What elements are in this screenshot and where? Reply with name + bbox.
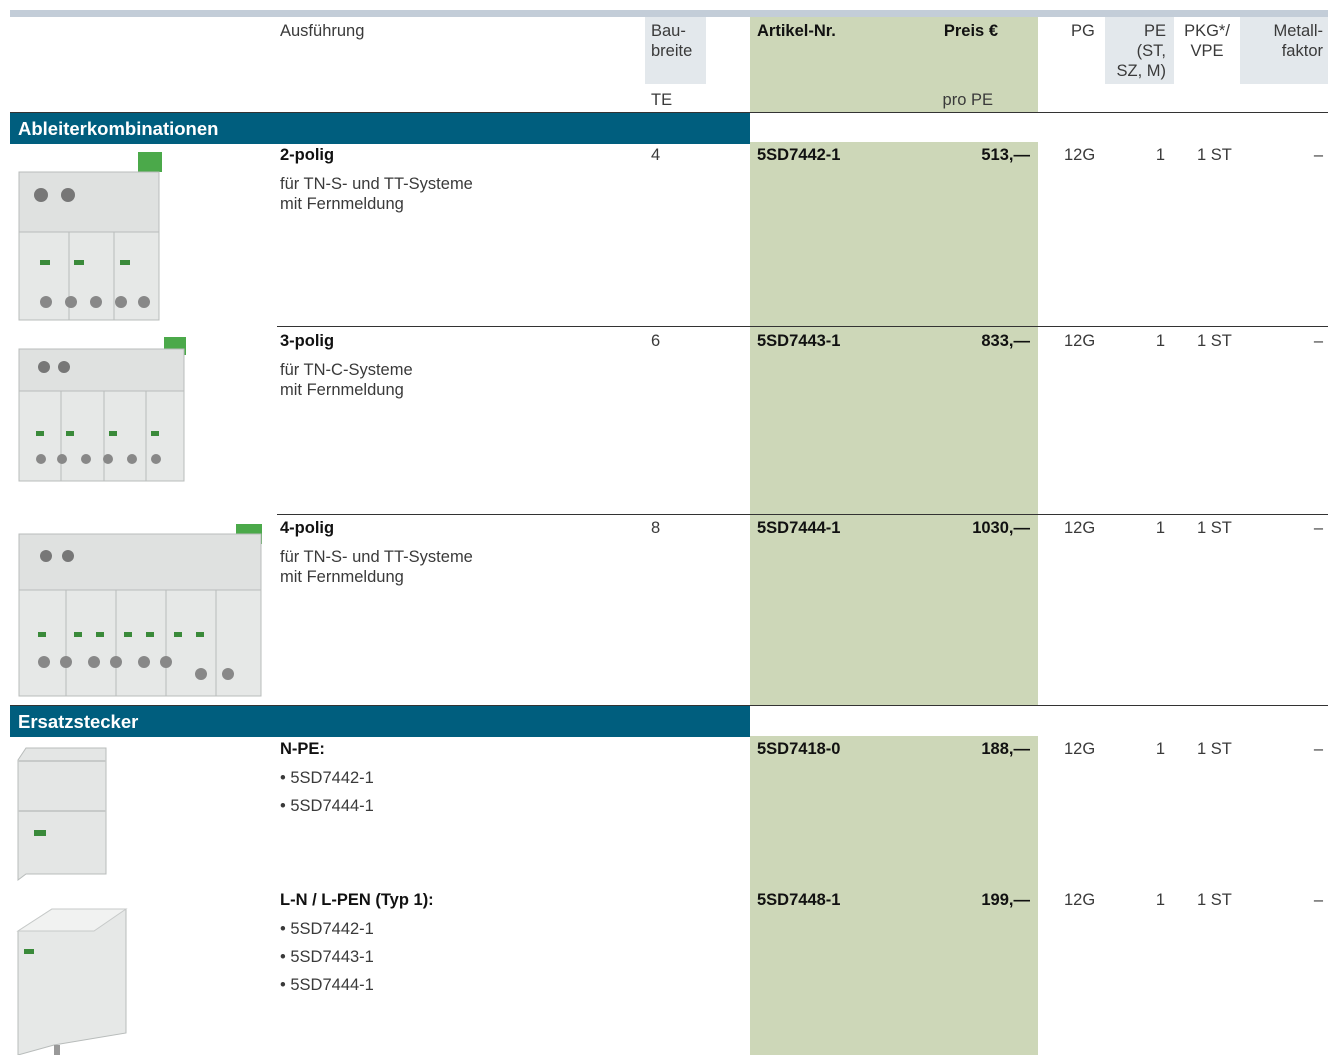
header-metall: Metall- faktor <box>1273 22 1323 60</box>
row-artikel-4-polig: 5SD7444-1 <box>757 519 841 537</box>
row-pkg-l-n: 1 ST <box>1197 891 1232 909</box>
row-desc2-4-polig: mit Fernmeldung <box>280 568 404 586</box>
row-metall-3-polig: – <box>1313 332 1323 350</box>
header-pg: PG <box>1071 22 1095 40</box>
row-metall-4-polig: – <box>1313 519 1323 537</box>
row-name-2-polig: 2-polig <box>280 146 335 164</box>
bullet-text: 5SD7442-1 <box>290 920 374 938</box>
row-name-n-pe: N-PE: <box>280 740 325 758</box>
row-metall-n-pe: – <box>1313 740 1323 758</box>
row-pkg-n-pe: 1 ST <box>1197 740 1232 758</box>
row-preis-2-polig: 513,— <box>981 146 1030 164</box>
row-artikel-3-polig: 5SD7443-1 <box>757 332 841 350</box>
row-te-4-polig: 8 <box>651 519 661 537</box>
row-artikel-l-n: 5SD7448-1 <box>757 891 841 909</box>
row-desc1-3-polig: für TN-C-Systeme <box>280 361 413 379</box>
row-preis-3-polig: 833,— <box>981 332 1030 350</box>
top-rule <box>10 10 1328 17</box>
row-name-l-n: L-N / L-PEN (Typ 1): <box>280 891 434 909</box>
row-pe-2-polig: 1 <box>1155 146 1165 164</box>
header-te: TE <box>651 91 673 109</box>
row-name-4-polig: 4-polig <box>280 519 335 537</box>
bullet-item: • 5SD7444-1 <box>280 976 374 994</box>
row-te-2-polig: 4 <box>651 146 661 164</box>
header-artikel: Artikel-Nr. <box>757 22 836 40</box>
row-preis-4-polig: 1030,— <box>972 519 1030 537</box>
row-pe-4-polig: 1 <box>1155 519 1165 537</box>
header-pkg: PKG*/ VPE <box>1184 22 1230 60</box>
header-preis: Preis € <box>943 22 998 40</box>
row-artikel-n-pe: 5SD7418-0 <box>757 740 841 758</box>
row-pg-n-pe: 12G <box>1064 740 1096 758</box>
row-preis-n-pe: 188,— <box>981 740 1030 758</box>
header-ausfuehrung: Ausführung <box>280 22 365 40</box>
bullet-item: • 5SD7442-1 <box>280 769 374 787</box>
section-title-ableiter: Ableiterkombinationen <box>10 113 750 144</box>
row-pkg-4-polig: 1 ST <box>1197 519 1232 537</box>
row-metall-2-polig: – <box>1313 146 1323 164</box>
product-image-3-polig <box>18 337 186 482</box>
row-name-3-polig: 3-polig <box>280 332 335 350</box>
row-separator <box>277 514 1328 515</box>
bullet-text: 5SD7442-1 <box>290 769 374 787</box>
bullet-item: • 5SD7444-1 <box>280 797 374 815</box>
bullet-text: 5SD7444-1 <box>290 797 374 815</box>
header-baubreite: Bau- breite <box>651 22 693 60</box>
row-metall-l-n: – <box>1313 891 1323 909</box>
section-title-ersatzstecker: Ersatzstecker <box>10 706 750 737</box>
row-desc2-2-polig: mit Fernmeldung <box>280 195 404 213</box>
row-te-3-polig: 6 <box>651 332 661 350</box>
header-pe: PE (ST, SZ, M) <box>1116 22 1167 80</box>
row-pe-n-pe: 1 <box>1155 740 1165 758</box>
row-artikel-2-polig: 5SD7442-1 <box>757 146 841 164</box>
bullet-item: • 5SD7443-1 <box>280 948 374 966</box>
row-pg-3-polig: 12G <box>1064 332 1096 350</box>
header-pro-pe: pro PE <box>942 91 993 109</box>
row-pg-4-polig: 12G <box>1064 519 1096 537</box>
product-image-2-polig <box>18 152 162 321</box>
product-image-l-n <box>16 908 128 1055</box>
row-separator <box>277 326 1328 327</box>
row-pe-l-n: 1 <box>1155 891 1165 909</box>
row-desc1-2-polig: für TN-S- und TT-Systeme <box>280 175 473 193</box>
row-pe-3-polig: 1 <box>1155 332 1165 350</box>
bullet-text: 5SD7444-1 <box>290 976 374 994</box>
row-pkg-2-polig: 1 ST <box>1197 146 1232 164</box>
row-preis-l-n: 199,— <box>981 891 1030 909</box>
row-desc2-3-polig: mit Fernmeldung <box>280 381 404 399</box>
row-pkg-3-polig: 1 ST <box>1197 332 1232 350</box>
product-image-n-pe <box>17 747 107 881</box>
artikel-shade-1 <box>750 142 1038 706</box>
bullet-item: • 5SD7442-1 <box>280 920 374 938</box>
row-pg-2-polig: 12G <box>1064 146 1096 164</box>
row-pg-l-n: 12G <box>1064 891 1096 909</box>
product-image-4-polig <box>18 524 262 697</box>
bullet-text: 5SD7443-1 <box>290 948 374 966</box>
row-desc1-4-polig: für TN-S- und TT-Systeme <box>280 548 473 566</box>
